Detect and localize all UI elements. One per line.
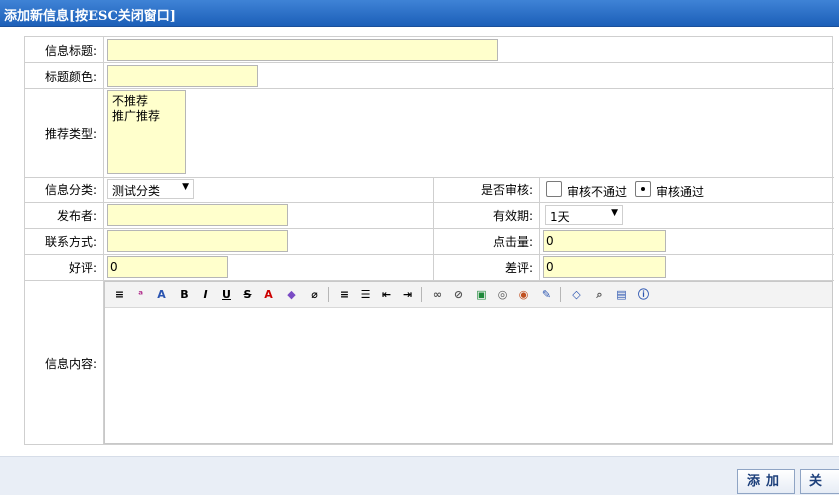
validity-label: 有效期: <box>492 209 533 223</box>
add-button[interactable]: 添加 <box>737 469 795 494</box>
window-titlebar: 添加新信息[按ESC关闭窗口] <box>0 0 839 27</box>
chevron-down-icon: ▼ <box>182 182 189 192</box>
review-pass-label[interactable]: 审核通过 <box>656 183 704 200</box>
source-format-icon[interactable]: ≡ <box>111 286 128 303</box>
hits-label: 点击量: <box>492 235 533 249</box>
publisher-input[interactable] <box>107 204 288 226</box>
contact-label: 联系方式: <box>44 235 97 249</box>
validity-selected: 1天 <box>550 210 570 224</box>
unlink-icon[interactable]: ⊘ <box>450 286 467 303</box>
flash-icon[interactable]: ◎ <box>494 286 511 303</box>
bad-label: 差评: <box>504 261 533 275</box>
review-reject-label[interactable]: 审核不通过 <box>567 183 627 200</box>
dialog-footer: 添加 关闭 <box>0 456 839 495</box>
bad-input[interactable]: 0 <box>543 256 666 278</box>
highlight-color-icon[interactable]: ◆ <box>283 286 300 303</box>
spell-check-icon[interactable]: ᵃ <box>132 286 149 303</box>
good-label: 好评: <box>68 261 97 275</box>
editor-toolbar: ≡ ᵃ A B I U S A ◆ ⌀ ≡ ☰ ⇤ ⇥ ∞ ⊘ ▣ ◎ ◉ ✎ … <box>105 282 832 308</box>
validity-select[interactable]: 1天 ▼ <box>545 205 623 225</box>
list-item[interactable]: 推广推荐 <box>112 109 181 124</box>
publisher-label: 发布者: <box>56 209 97 223</box>
recommend-type-listbox[interactable]: 不推荐 推广推荐 <box>107 90 186 174</box>
review-label: 是否审核: <box>480 183 533 197</box>
title-color-label: 标题颜色: <box>44 70 97 84</box>
content-label: 信息内容: <box>44 357 97 371</box>
fullscreen-icon[interactable]: ▤ <box>613 286 630 303</box>
contact-input[interactable] <box>107 230 288 252</box>
code-icon[interactable]: ◇ <box>568 286 585 303</box>
category-selected: 测试分类 <box>112 184 161 198</box>
media-icon[interactable]: ◉ <box>515 286 532 303</box>
italic-icon[interactable]: I <box>197 286 214 303</box>
info-title-label: 信息标题: <box>44 44 97 58</box>
rich-text-editor[interactable]: ≡ ᵃ A B I U S A ◆ ⌀ ≡ ☰ ⇤ ⇥ ∞ ⊘ ▣ ◎ ◉ ✎ … <box>104 281 833 444</box>
category-label: 信息分类: <box>44 183 97 197</box>
align-icon[interactable]: ≡ <box>336 286 353 303</box>
close-button[interactable]: 关闭 <box>800 469 839 494</box>
chevron-down-icon: ▼ <box>611 208 618 218</box>
list-icon[interactable]: ☰ <box>357 286 374 303</box>
strikethrough-icon[interactable]: S <box>239 286 256 303</box>
font-size-icon[interactable]: A <box>153 286 170 303</box>
review-reject-radio[interactable] <box>546 181 562 197</box>
preview-icon[interactable]: ⌕ <box>591 286 608 303</box>
bold-icon[interactable]: B <box>176 286 193 303</box>
review-pass-radio[interactable] <box>635 181 651 197</box>
edit-icon[interactable]: ✎ <box>538 286 555 303</box>
window-title: 添加新信息[按ESC关闭窗口] <box>4 9 176 24</box>
text-color-icon[interactable]: A <box>260 286 277 303</box>
info-form: 信息标题: 标题颜色: 推荐类型: 不推荐 推广推荐 信息分类: 测试分类 ▼ … <box>24 36 834 445</box>
title-color-input[interactable] <box>107 65 258 87</box>
outdent-icon[interactable]: ⇤ <box>378 286 395 303</box>
info-title-input[interactable] <box>107 39 498 61</box>
indent-icon[interactable]: ⇥ <box>399 286 416 303</box>
about-icon[interactable]: ⓘ <box>635 286 652 303</box>
recommend-type-label: 推荐类型: <box>44 127 97 141</box>
list-item[interactable]: 不推荐 <box>112 94 181 109</box>
good-input[interactable]: 0 <box>107 256 228 278</box>
underline-icon[interactable]: U <box>218 286 235 303</box>
eraser-icon[interactable]: ⌀ <box>306 286 323 303</box>
category-select[interactable]: 测试分类 ▼ <box>107 179 194 199</box>
link-icon[interactable]: ∞ <box>429 286 446 303</box>
hits-input[interactable]: 0 <box>543 230 666 252</box>
image-icon[interactable]: ▣ <box>473 286 490 303</box>
